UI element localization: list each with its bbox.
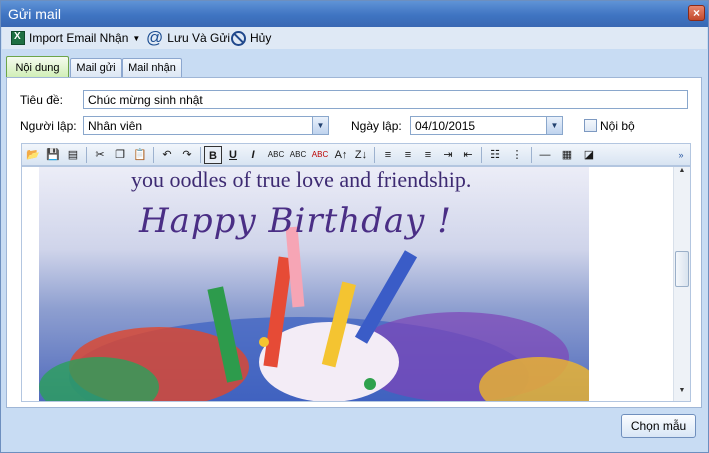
toolbar-separator [531,147,532,163]
redo-icon[interactable]: ↷ [178,146,196,164]
chevron-down-icon: ▼ [132,33,141,43]
toolbar-separator [200,147,201,163]
creator-value: Nhân viên [88,119,143,133]
open-folder-icon[interactable]: 📂 [24,146,42,164]
strikethrough-icon[interactable]: ABC [266,146,286,164]
rich-text-editor[interactable]: you oodles of true love and friendship. … [21,166,691,402]
at-sign-icon: @ [146,28,164,47]
toolbar-separator [153,147,154,163]
choose-template-button[interactable]: Chọn mẫu [621,414,696,438]
underline-icon[interactable]: U [224,146,242,164]
scroll-up-icon[interactable]: ▲ [674,167,690,181]
table-icon[interactable]: ▦ [558,146,576,164]
cut-icon[interactable]: ✂ [91,146,109,164]
toolbar-separator [481,147,482,163]
tab-content[interactable]: Nội dung [6,56,69,78]
scroll-thumb[interactable] [675,251,689,287]
align-center-icon[interactable]: ≡ [399,146,417,164]
excel-icon [11,31,25,45]
more-icon[interactable]: » [672,146,690,164]
editor-scrollbar[interactable]: ▲ ▼ [673,167,690,401]
send-mail-window: Gửi mail × Import Email Nhận ▼ @ Lưu Và … [0,0,709,453]
card-text-line2: Happy Birthday ! [139,201,452,241]
cancel-icon [231,30,246,46]
cancel-button[interactable]: Hủy [231,27,271,49]
indent-icon[interactable]: ⇥ [439,146,457,164]
align-right-icon[interactable]: ≡ [419,146,437,164]
creator-select[interactable]: Nhân viên ▼ [83,116,329,135]
content-panel: Tiêu đề: Chúc mừng sinh nhật Người lập: … [6,77,702,408]
import-email-menu[interactable]: Import Email Nhận ▼ [11,27,140,49]
highlight-icon[interactable]: ◪ [580,146,598,164]
subject-input[interactable]: Chúc mừng sinh nhật [83,90,688,109]
sort-desc-icon[interactable]: Z↓ [352,146,370,164]
small-caps-icon[interactable]: ABC [288,146,308,164]
bold-icon[interactable]: B [204,146,222,164]
date-label: Ngày lập: [351,119,402,133]
numbered-list-icon[interactable]: ⋮ [508,146,526,164]
toolbar-separator [86,147,87,163]
properties-icon[interactable]: ▤ [64,146,82,164]
import-email-label: Import Email Nhận [29,31,129,45]
undo-icon[interactable]: ↶ [158,146,176,164]
toolbar-separator [374,147,375,163]
chevron-down-icon[interactable]: ▼ [546,117,562,134]
internal-checkbox[interactable] [584,119,597,132]
align-left-icon[interactable]: ≡ [379,146,397,164]
italic-icon[interactable]: I [244,146,262,164]
scroll-down-icon[interactable]: ▼ [674,387,690,401]
editor-toolbar: 📂 💾 ▤ ✂ ❐ 📋 ↶ ↷ B U I ABC ABC ABC A↑ Z↓ … [21,143,691,166]
tab-sent-mail[interactable]: Mail gửi [70,58,122,78]
menu-bar: Import Email Nhận ▼ @ Lưu Và Gửi Hủy [2,27,707,49]
title-bar: Gửi mail × [1,1,708,27]
horizontal-rule-icon[interactable]: — [536,146,554,164]
window-title: Gửi mail [8,6,61,22]
chevron-down-icon[interactable]: ▼ [312,117,328,134]
birthday-card-image: you oodles of true love and friendship. … [39,167,589,401]
bulleted-list-icon[interactable]: ☷ [486,146,504,164]
tab-received-mail[interactable]: Mail nhận [122,58,182,78]
date-value: 04/10/2015 [415,119,476,133]
close-button[interactable]: × [688,5,705,21]
date-picker[interactable]: 04/10/2015 ▼ [410,116,563,135]
subject-label: Tiêu đề: [20,93,63,107]
creator-label: Người lập: [20,119,77,133]
save-icon[interactable]: 💾 [44,146,62,164]
save-and-send-label: Lưu Và Gửi [167,31,231,45]
card-text-line1: you oodles of true love and friendship. [131,167,472,192]
text-color-icon[interactable]: ABC [310,146,330,164]
internal-label: Nội bộ [600,119,635,133]
cancel-label: Hủy [250,31,272,45]
copy-icon[interactable]: ❐ [111,146,129,164]
paste-icon[interactable]: 📋 [131,146,149,164]
outdent-icon[interactable]: ⇤ [459,146,477,164]
save-and-send-button[interactable]: @ Lưu Và Gửi [146,27,230,49]
sort-asc-icon[interactable]: A↑ [332,146,350,164]
